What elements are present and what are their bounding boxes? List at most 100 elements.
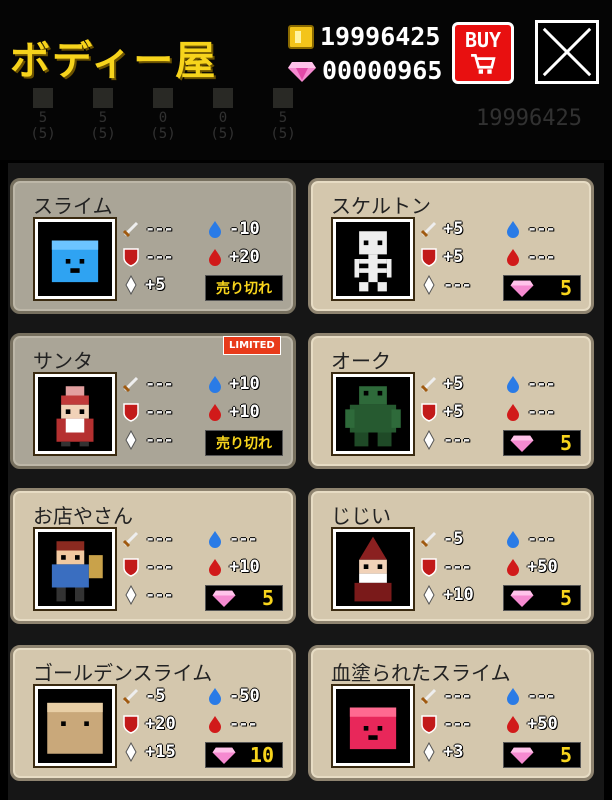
shop-item-slime[interactable]: スライム --- --- +5 -10 +20 売り切れ bbox=[10, 178, 296, 314]
shop-item-old-man[interactable]: じじい -5 --- +10 --- +50 5 bbox=[308, 488, 594, 624]
shop-item-skeleton[interactable]: スケルトン +5 +5 --- --- --- 5 bbox=[308, 178, 594, 314]
hp-stat: --- bbox=[503, 247, 556, 267]
item-name: じじい bbox=[331, 504, 391, 528]
shield-icon bbox=[421, 248, 437, 267]
gem-icon bbox=[510, 280, 534, 297]
blood-drop-icon bbox=[507, 559, 519, 576]
water-drop-icon bbox=[209, 688, 221, 705]
price-button[interactable]: 5 bbox=[205, 585, 283, 611]
price-button[interactable]: 5 bbox=[503, 585, 581, 611]
hp-stat: +20 bbox=[205, 247, 260, 267]
gem-icon bbox=[510, 747, 534, 764]
hp-stat: +10 bbox=[205, 557, 260, 577]
item-name: スライム bbox=[33, 194, 113, 218]
speed-stat: --- bbox=[419, 430, 472, 450]
gem-amount: 00000965 bbox=[322, 56, 443, 85]
attack-stat: -5 bbox=[121, 686, 165, 706]
buy-label: BUY bbox=[464, 28, 502, 52]
sword-icon bbox=[122, 531, 139, 548]
close-icon bbox=[542, 27, 592, 77]
blood-drop-icon bbox=[209, 559, 221, 576]
water-drop-icon bbox=[209, 376, 221, 393]
item-name: オーク bbox=[331, 349, 391, 373]
blood-drop-icon bbox=[507, 716, 519, 733]
crystal-icon bbox=[125, 585, 137, 605]
mp-stat: --- bbox=[503, 529, 556, 549]
defense-stat: +5 bbox=[419, 402, 463, 422]
price-button[interactable]: 10 bbox=[205, 742, 283, 768]
hp-stat: +50 bbox=[503, 714, 558, 734]
gem-icon bbox=[288, 60, 316, 82]
attack-stat: --- bbox=[121, 219, 174, 239]
defense-stat: --- bbox=[121, 247, 174, 267]
blood-drop-icon bbox=[507, 249, 519, 266]
gem-icon bbox=[510, 435, 534, 452]
close-button[interactable] bbox=[535, 20, 599, 84]
attack-stat: --- bbox=[121, 374, 174, 394]
gem-icon bbox=[510, 590, 534, 607]
item-name: お店やさん bbox=[33, 504, 133, 528]
mp-stat: -10 bbox=[205, 219, 260, 239]
hp-stat: +50 bbox=[503, 557, 558, 577]
speed-stat: +3 bbox=[419, 742, 463, 762]
crystal-icon bbox=[125, 275, 137, 295]
crystal-icon bbox=[423, 275, 435, 295]
price-button[interactable]: 5 bbox=[503, 430, 581, 456]
shield-icon bbox=[421, 558, 437, 577]
shopkeeper-portrait bbox=[33, 527, 117, 611]
price-button[interactable]: 5 bbox=[503, 275, 581, 301]
price-button[interactable]: 5 bbox=[503, 742, 581, 768]
blood-drop-icon bbox=[209, 249, 221, 266]
defense-stat: --- bbox=[121, 402, 174, 422]
shield-icon bbox=[123, 715, 139, 734]
mp-stat: +10 bbox=[205, 374, 260, 394]
speed-stat: +5 bbox=[121, 275, 165, 295]
defense-stat: --- bbox=[121, 557, 174, 577]
water-drop-icon bbox=[507, 531, 519, 548]
defense-stat: +5 bbox=[419, 247, 463, 267]
mp-stat: -50 bbox=[205, 686, 260, 706]
shop-item-golden-slime[interactable]: ゴールデンスライム -5 +20 +15 -50 --- 10 bbox=[10, 645, 296, 781]
gold-amount: 19996425 bbox=[320, 22, 441, 51]
shield-icon bbox=[421, 715, 437, 734]
attack-stat: --- bbox=[121, 529, 174, 549]
item-name: 血塗られたスライム bbox=[331, 661, 511, 685]
mp-stat: --- bbox=[205, 529, 258, 549]
sword-icon bbox=[122, 376, 139, 393]
sword-icon bbox=[122, 688, 139, 705]
crystal-icon bbox=[423, 585, 435, 605]
inventory-strip: 5 (5) 5 (5) 0 (5) 0 (5) 5 (5) 19996425 bbox=[22, 88, 612, 142]
coin-icon bbox=[288, 24, 314, 49]
speed-stat: --- bbox=[121, 585, 174, 605]
bg-gold-count: 19996425 bbox=[476, 106, 582, 131]
attack-stat: --- bbox=[419, 686, 472, 706]
sword-icon bbox=[420, 688, 437, 705]
shield-icon bbox=[123, 248, 139, 267]
shop-item-orc[interactable]: オーク +5 +5 --- --- --- 5 bbox=[308, 333, 594, 469]
buy-button[interactable]: BUY bbox=[452, 22, 514, 84]
item-name: スケルトン bbox=[331, 194, 431, 218]
crystal-icon bbox=[125, 742, 137, 762]
attack-stat: +5 bbox=[419, 219, 463, 239]
blood-drop-icon bbox=[209, 716, 221, 733]
shop-item-santa[interactable]: サンタ LIMITED --- --- --- +10 +10 売り切れ bbox=[10, 333, 296, 469]
old-man-portrait bbox=[331, 527, 415, 611]
shop-item-bloody-slime[interactable]: 血塗られたスライム --- --- +3 --- +50 5 bbox=[308, 645, 594, 781]
orc-portrait bbox=[331, 372, 415, 456]
attack-stat: +5 bbox=[419, 374, 463, 394]
sword-icon bbox=[420, 376, 437, 393]
water-drop-icon bbox=[507, 688, 519, 705]
hp-stat: --- bbox=[205, 714, 258, 734]
defense-stat: --- bbox=[419, 557, 472, 577]
shop-item-shopkeeper[interactable]: お店やさん --- --- --- --- +10 5 bbox=[10, 488, 296, 624]
gem-icon bbox=[212, 747, 236, 764]
item-name: ゴールデンスライム bbox=[33, 661, 213, 685]
defense-stat: +20 bbox=[121, 714, 176, 734]
slime-portrait bbox=[33, 217, 117, 301]
water-drop-icon bbox=[507, 221, 519, 238]
hp-stat: --- bbox=[503, 402, 556, 422]
sold-out-badge: 売り切れ bbox=[205, 430, 283, 456]
water-drop-icon bbox=[209, 221, 221, 238]
water-drop-icon bbox=[507, 376, 519, 393]
skeleton-portrait bbox=[331, 217, 415, 301]
